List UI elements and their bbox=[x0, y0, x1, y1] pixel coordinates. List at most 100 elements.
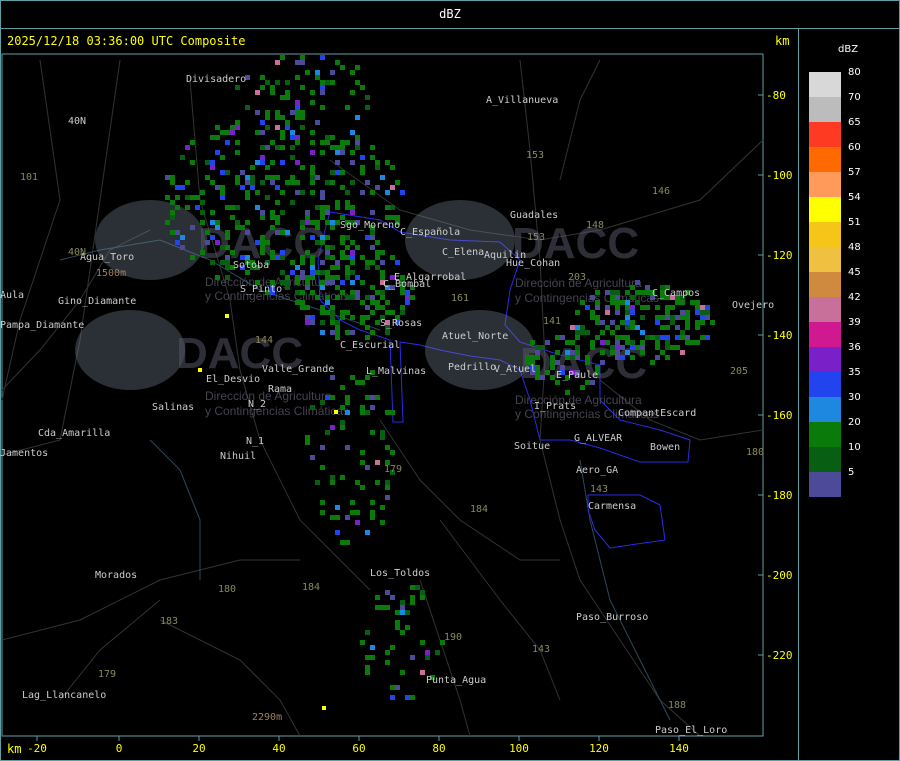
echo-cell bbox=[290, 270, 295, 275]
echo-cell bbox=[350, 160, 355, 165]
echo-cell bbox=[330, 375, 335, 380]
echo-cell bbox=[400, 600, 405, 605]
echo-cell bbox=[345, 200, 350, 205]
echo-cell bbox=[665, 325, 670, 330]
place-label: Lag_Llancanelo bbox=[22, 690, 106, 701]
echo-cell bbox=[540, 345, 545, 350]
echo-cell bbox=[275, 230, 280, 235]
echo-cell bbox=[300, 190, 305, 195]
echo-cell bbox=[335, 325, 340, 330]
echo-cell bbox=[425, 655, 430, 660]
echo-cell bbox=[380, 605, 385, 610]
place-label: Paso_Burroso bbox=[576, 612, 648, 623]
echo-cell bbox=[705, 305, 710, 310]
echo-cell bbox=[210, 260, 215, 265]
route-label: 141 bbox=[543, 316, 561, 327]
x-tick-label: -20 bbox=[27, 742, 47, 755]
echo-cell bbox=[270, 250, 275, 255]
echo-cell bbox=[205, 160, 210, 165]
echo-cell bbox=[300, 60, 305, 65]
echo-cell bbox=[340, 290, 345, 295]
legend-swatch bbox=[809, 147, 841, 172]
echo-cell bbox=[260, 240, 265, 245]
echo-cell bbox=[295, 290, 300, 295]
echo-cell bbox=[685, 325, 690, 330]
legend-swatch bbox=[809, 422, 841, 447]
echo-cell bbox=[335, 295, 340, 300]
timestamp-label: 2025/12/18 03:36:00 UTC Composite bbox=[7, 34, 246, 48]
echo-cell bbox=[280, 145, 285, 150]
echo-cell bbox=[230, 125, 235, 130]
echo-cell bbox=[645, 305, 650, 310]
echo-cell bbox=[400, 630, 405, 635]
echo-cell bbox=[400, 190, 405, 195]
echo-cell bbox=[535, 350, 540, 355]
echo-cell bbox=[375, 305, 380, 310]
echo-cell bbox=[310, 100, 315, 105]
echo-cell bbox=[330, 265, 335, 270]
echo-cell bbox=[340, 150, 345, 155]
echo-cell bbox=[335, 160, 340, 165]
echo-cell bbox=[260, 75, 265, 80]
echo-cell bbox=[270, 160, 275, 165]
echo-cell bbox=[365, 260, 370, 265]
echo-cell bbox=[405, 695, 410, 700]
echo-cell bbox=[610, 320, 615, 325]
echo-cell bbox=[350, 180, 355, 185]
place-label: Nihuil bbox=[220, 451, 256, 462]
echo-cell bbox=[220, 190, 225, 195]
y-tick-label: -140 bbox=[766, 329, 793, 342]
echo-cell bbox=[310, 260, 315, 265]
echo-cell bbox=[705, 310, 710, 315]
echo-cell bbox=[630, 285, 635, 290]
echo-cell bbox=[345, 105, 350, 110]
y-tick-label: -80 bbox=[766, 89, 786, 102]
echo-cell bbox=[260, 245, 265, 250]
echo-cell bbox=[310, 265, 315, 270]
echo-cell bbox=[345, 515, 350, 520]
place-label: E_Paule bbox=[556, 370, 598, 381]
echo-cell bbox=[635, 290, 640, 295]
place-label: S_Rosas bbox=[380, 318, 422, 329]
echo-cell bbox=[170, 180, 175, 185]
echo-cell bbox=[230, 215, 235, 220]
echo-cell bbox=[280, 95, 285, 100]
echo-cell bbox=[345, 235, 350, 240]
legend-label: 65 bbox=[848, 117, 861, 128]
place-label: N_1 bbox=[246, 436, 264, 447]
legend-swatch bbox=[809, 347, 841, 372]
echo-cell bbox=[340, 170, 345, 175]
echo-cell bbox=[310, 455, 315, 460]
echo-cell bbox=[335, 205, 340, 210]
echo-cell bbox=[600, 330, 605, 335]
echo-cell bbox=[375, 265, 380, 270]
legend-label: 5 bbox=[848, 467, 855, 478]
echo-cell bbox=[390, 595, 395, 600]
echo-cell bbox=[575, 310, 580, 315]
echo-cell bbox=[280, 230, 285, 235]
echo-cell-high bbox=[225, 314, 229, 318]
echo-cell bbox=[675, 300, 680, 305]
echo-cell bbox=[325, 300, 330, 305]
echo-cell bbox=[340, 250, 345, 255]
echo-cell bbox=[605, 305, 610, 310]
route-label: 40N bbox=[68, 247, 86, 258]
echo-cell bbox=[570, 325, 575, 330]
echo-cell bbox=[600, 340, 605, 345]
echo-cell bbox=[280, 270, 285, 275]
echo-cell bbox=[360, 255, 365, 260]
echo-cell bbox=[350, 250, 355, 255]
echo-cell bbox=[300, 255, 305, 260]
x-tick-label: 100 bbox=[509, 742, 529, 755]
echo-cell bbox=[240, 185, 245, 190]
echo-cell bbox=[330, 480, 335, 485]
echo-cell bbox=[395, 620, 400, 625]
echo-cell bbox=[610, 345, 615, 350]
echo-cell bbox=[375, 240, 380, 245]
radar-map[interactable]: DACC DACC DACC DACC Dirección de Agricul… bbox=[0, 0, 900, 761]
echo-cell bbox=[215, 150, 220, 155]
echo-cell bbox=[370, 145, 375, 150]
echo-cell bbox=[310, 190, 315, 195]
route-label: 180 bbox=[746, 447, 764, 458]
echo-cell bbox=[225, 170, 230, 175]
